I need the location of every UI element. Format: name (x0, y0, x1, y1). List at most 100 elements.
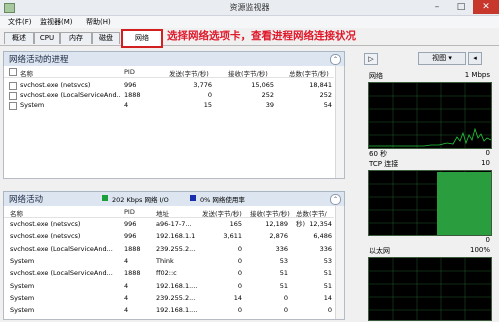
address-value: 239.255.2... (156, 293, 196, 302)
maximize-button[interactable]: □ (449, 0, 473, 14)
table-row[interactable]: System 4 Think 0 53 53 (4, 256, 334, 266)
col-send[interactable]: 发送(字节/秒) (169, 68, 209, 78)
recv-value: 336 (275, 244, 288, 253)
graph-network-title: 网络 (369, 72, 383, 80)
send-value: 0 (237, 281, 242, 290)
total-value: 53 (323, 256, 332, 265)
process-pid: 1888 (124, 269, 141, 278)
process-pid: 4 (124, 306, 129, 315)
send-value: 0 (207, 91, 212, 99)
col-recv[interactable]: 接收(字节/秒) (250, 208, 290, 218)
col-recv[interactable]: 接收(字节/秒) (228, 68, 268, 78)
view-dropdown[interactable]: 视图 ▾ (418, 52, 466, 65)
col-address[interactable]: 地址 (156, 208, 169, 218)
table-row[interactable]: svchost.exe (LocalServiceAnd... 1888 ff02:… (4, 268, 334, 278)
col-pid[interactable]: PID (124, 68, 135, 76)
col-pid[interactable]: PID (124, 208, 135, 216)
graph-tcp-title: TCP 连接 (369, 160, 399, 168)
table-row[interactable]: System 4 15 39 54 (4, 100, 334, 110)
total-value: 0 (327, 306, 332, 315)
recv-value: 39 (265, 101, 274, 109)
expand-icon[interactable]: ▷ (364, 53, 378, 65)
send-value: 0 (237, 244, 242, 253)
menu-monitor[interactable]: 监视器(M) (40, 17, 73, 27)
recv-value: 15,065 (251, 81, 274, 89)
process-scrollbar[interactable] (335, 66, 344, 178)
col-name[interactable]: 名称 (10, 208, 23, 218)
table-row[interactable]: System 4 192.168.1.... 0 51 51 (4, 281, 334, 291)
tab-disk[interactable]: 磁盘 (92, 32, 120, 44)
send-value: 0 (237, 306, 242, 315)
collapse-icon[interactable]: ⌃ (330, 54, 341, 65)
menu-bar: 文件(F) 监视器(M) 帮助(H) (0, 16, 499, 28)
tab-memory[interactable]: 内存 (60, 32, 92, 44)
total-value: 336 (319, 244, 332, 253)
graph-network (368, 82, 492, 149)
address-value: 192.168.1.1 (156, 232, 196, 241)
table-row[interactable]: svchost.exe (netsvcs) 996 a96-17-7... 165 12… (4, 219, 334, 229)
ethernet-graph-svg (369, 258, 491, 320)
process-name: System (20, 101, 45, 109)
recv-value: 51 (279, 281, 288, 290)
process-pid: 4 (124, 256, 129, 265)
activity-scrollbar[interactable] (335, 206, 344, 319)
total-value: 18,841 (309, 81, 332, 89)
table-row[interactable]: svchost.exe (LocalServiceAnd... 1888 0 2… (4, 90, 334, 100)
nav-icon[interactable]: ◂ (468, 52, 482, 65)
graph-network-value: 1 Mbps (464, 71, 490, 79)
graph-tcp (368, 170, 492, 236)
table-row[interactable]: svchost.exe (LocalServiceAnd... 1888 239.2… (4, 244, 334, 254)
send-value: 3,776 (193, 81, 212, 89)
tcp-graph-svg (369, 171, 491, 235)
table-row[interactable]: System 4 192.168.1.... 0 0 0 (4, 305, 334, 315)
col-total[interactable]: 总数(字节/秒) (289, 68, 329, 78)
tab-overview[interactable]: 概述 (4, 32, 34, 44)
process-name: svchost.exe (LocalServiceAnd... (10, 269, 113, 278)
tab-cpu[interactable]: CPU (34, 32, 60, 44)
close-button[interactable]: ✕ (473, 0, 499, 14)
graph-grid (369, 258, 491, 320)
activity-panel-header[interactable]: 网络活动 202 Kbps 网络 I/O 0% 网络使用率 ⌃ (3, 191, 345, 207)
graph-tcp-min: 0 (485, 236, 490, 244)
col-send[interactable]: 发送(字节/秒) (202, 208, 242, 218)
send-value: 15 (203, 101, 212, 109)
total-value: 6,486 (313, 232, 332, 241)
process-name: svchost.exe (netsvcs) (10, 232, 81, 241)
annotation-text: 选择网络选项卡，查看进程网络连接状况 (167, 30, 356, 42)
process-pid: 1888 (124, 244, 141, 253)
select-all-checkbox[interactable] (9, 68, 17, 76)
process-pid: 996 (124, 81, 137, 89)
process-panel-header[interactable]: 网络活动的进程 ⌃ (3, 51, 345, 67)
recv-value: 51 (279, 269, 288, 278)
minimize-button[interactable]: – (425, 0, 449, 14)
graph-ethernet-title: 以太网 (369, 247, 390, 255)
tab-network[interactable]: 网络 (121, 29, 163, 48)
row-checkbox[interactable] (9, 102, 17, 110)
activity-panel: 名称 PID 地址 发送(字节/秒) 接收(字节/秒) 总数(字节/秒) svc… (3, 206, 345, 320)
total-value: 51 (323, 269, 332, 278)
network-trace (369, 127, 492, 147)
table-row[interactable]: svchost.exe (netsvcs) 996 3,776 15,065 1… (4, 80, 334, 90)
send-value: 165 (229, 220, 242, 228)
activity-table-header: 名称 PID 地址 发送(字节/秒) 接收(字节/秒) 总数(字节/秒) (4, 206, 334, 228)
io-legend-swatch (102, 195, 108, 201)
menu-file[interactable]: 文件(F) (8, 17, 32, 27)
row-checkbox[interactable] (9, 92, 17, 100)
util-legend-swatch (190, 195, 196, 201)
row-checkbox[interactable] (9, 82, 17, 90)
title-bar: 资源监视器 – □ ✕ (0, 0, 499, 16)
process-name: svchost.exe (LocalServiceAnd... (10, 244, 113, 253)
process-pid: 996 (124, 232, 137, 241)
process-name: svchost.exe (netsvcs) (10, 220, 81, 228)
total-value: 14 (323, 293, 332, 302)
collapse-icon[interactable]: ⌃ (330, 194, 341, 205)
table-row[interactable]: System 4 239.255.2... 14 0 14 (4, 293, 334, 303)
view-label: 视图 (432, 54, 447, 62)
col-name[interactable]: 名称 (20, 68, 33, 78)
process-name: svchost.exe (LocalServiceAnd... (20, 91, 120, 99)
menu-help[interactable]: 帮助(H) (86, 17, 111, 27)
table-row[interactable]: svchost.exe (netsvcs) 996 192.168.1.1 3,611… (4, 231, 334, 241)
graph-network-min: 0 (485, 149, 490, 157)
recv-value: 0 (283, 293, 288, 302)
address-value: 192.168.1.... (156, 306, 198, 315)
